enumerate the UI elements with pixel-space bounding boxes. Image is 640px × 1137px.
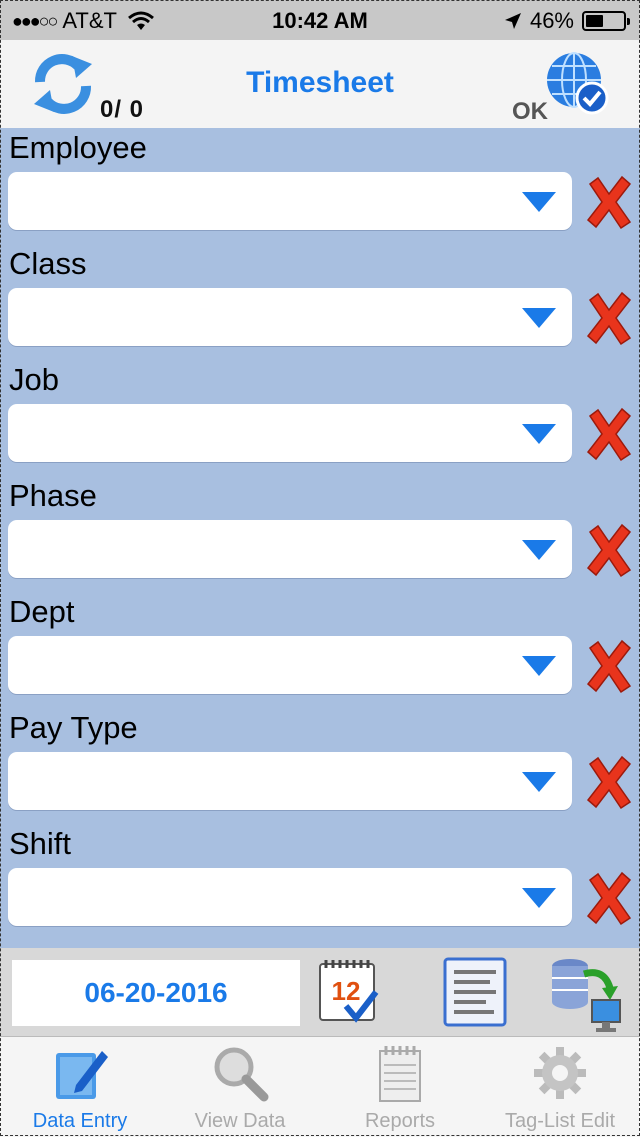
field-label: Shift [9,826,72,861]
timesheet-form: Employee Class Job Phase Dept Pay Type S… [0,128,640,948]
class-dropdown[interactable] [8,288,572,346]
dropdown-arrow-icon [522,540,556,560]
tab-data-entry[interactable]: Data Entry [0,1037,160,1137]
clear-x-icon[interactable] [584,406,634,462]
tab-label: Reports [364,1110,436,1132]
gear-icon [534,1047,586,1099]
edit-icon [56,1051,108,1099]
phase-dropdown[interactable] [8,520,572,578]
field-label: Job [9,362,59,397]
clear-x-icon[interactable] [584,754,634,810]
pay-type-dropdown[interactable] [8,752,572,810]
database-sync-icon[interactable] [548,954,624,1034]
calendar-day: 12 [332,976,361,1006]
battery-icon [582,11,630,31]
dropdown-arrow-icon [522,656,556,676]
shift-field: Shift [0,824,640,940]
dropdown-arrow-icon [522,772,556,792]
battery-fill [586,15,603,27]
battery-percent: 46% [529,8,574,33]
employee-field: Employee [0,128,640,244]
calendar-icon[interactable]: 12 [316,956,382,1026]
dropdown-arrow-icon [522,888,556,908]
dropdown-arrow-icon [522,192,556,212]
status-right: 46% [504,8,630,34]
employee-dropdown[interactable] [8,172,572,230]
field-label: Dept [9,594,75,629]
tab-view-data[interactable]: View Data [160,1037,320,1137]
tool-strip: 06-20-2016 12 [0,948,640,1036]
phase-field: Phase [0,476,640,592]
sync-counter: 0/ 0 [100,96,145,123]
dept-field: Dept [0,592,640,708]
date-field[interactable]: 06-20-2016 [12,960,300,1026]
status-bar: ●●●○○ AT&T 10:42 AM 46% [0,0,640,40]
clear-x-icon[interactable] [584,290,634,346]
clear-x-icon[interactable] [584,870,634,926]
globe-check-icon[interactable] [544,50,610,116]
field-label: Employee [9,130,147,165]
job-dropdown[interactable] [8,404,572,462]
field-label: Class [9,246,87,281]
tab-label: Tag-List Edit [504,1110,616,1132]
notepad-icon [379,1046,421,1102]
clear-x-icon[interactable] [584,522,634,578]
tab-label: View Data [194,1110,286,1132]
tab-label: Data Entry [32,1110,128,1132]
shift-dropdown[interactable] [8,868,572,926]
notes-icon[interactable] [442,956,508,1028]
pay-type-field: Pay Type [0,708,640,824]
tab-reports[interactable]: Reports [320,1037,480,1137]
nav-bar: 0/ 0 Timesheet OK [0,40,640,128]
location-arrow-icon [504,13,521,29]
field-label: Phase [9,478,97,513]
magnifier-icon [214,1047,269,1102]
job-field: Job [0,360,640,476]
clear-x-icon[interactable] [584,638,634,694]
tab-tag-list-edit[interactable]: Tag-List Edit [480,1037,640,1137]
tab-bar: Data Entry View Data Reports Tag-List Ed… [0,1036,640,1137]
clear-x-icon[interactable] [584,174,634,230]
dropdown-arrow-icon [522,424,556,444]
field-label: Pay Type [9,710,138,745]
class-field: Class [0,244,640,360]
dropdown-arrow-icon [522,308,556,328]
dept-dropdown[interactable] [8,636,572,694]
ok-label: OK [512,98,548,125]
